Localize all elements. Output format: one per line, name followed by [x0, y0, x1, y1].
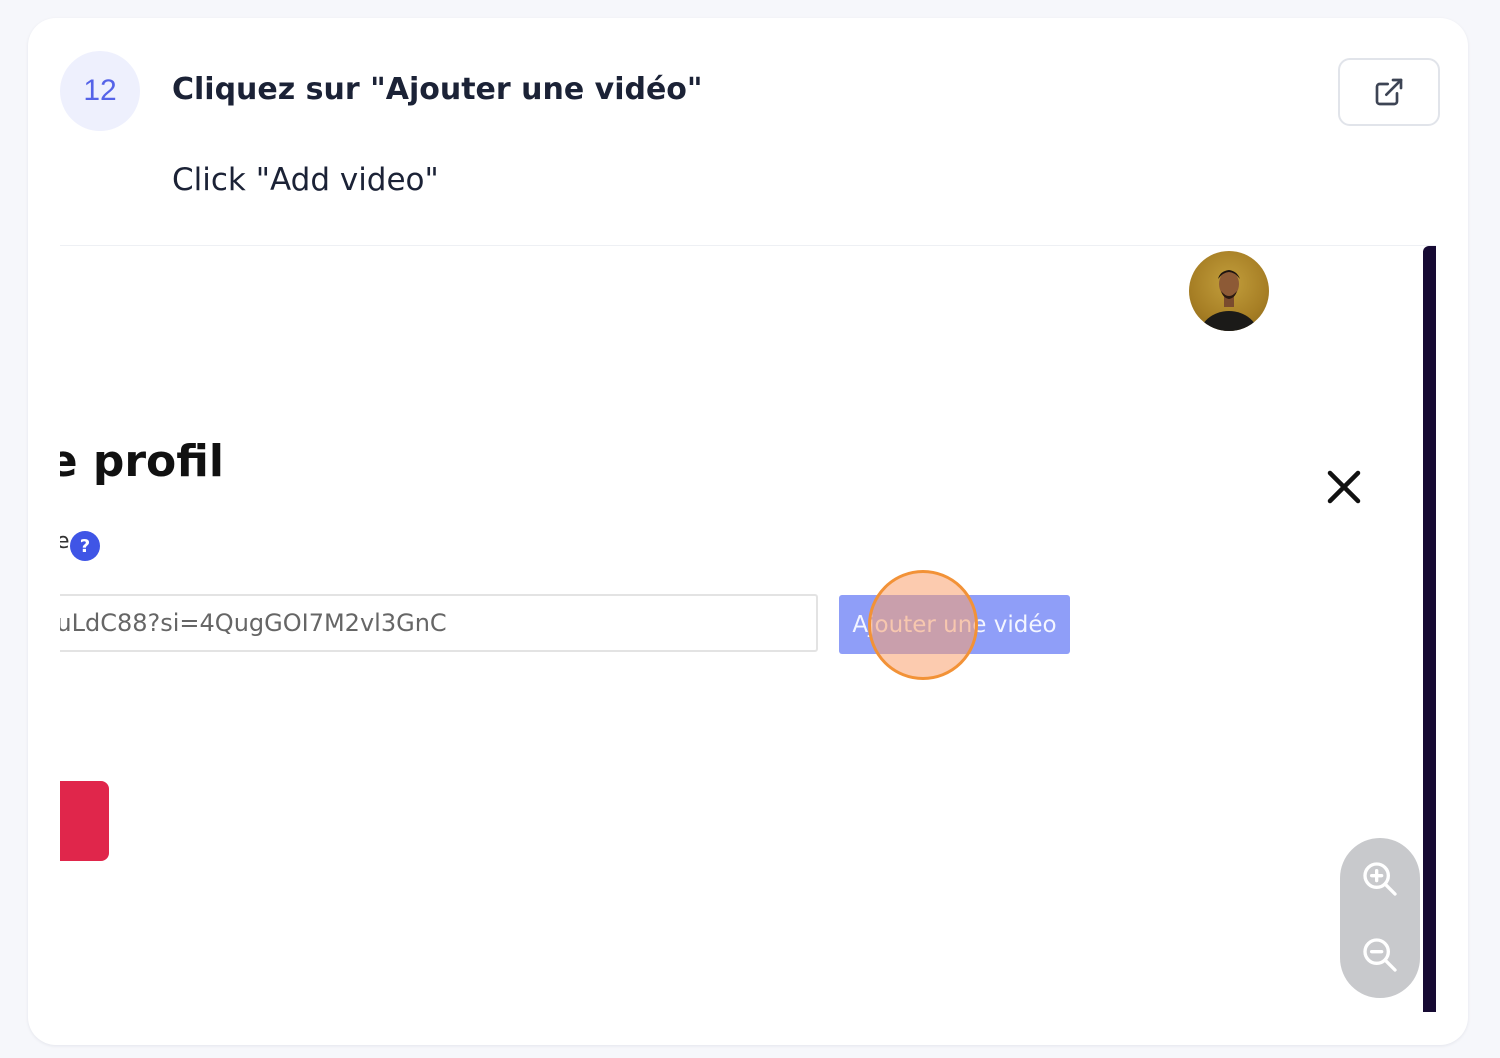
- open-external-button[interactable]: [1338, 58, 1440, 126]
- add-video-button[interactable]: Ajouter une vidéo: [839, 595, 1070, 654]
- close-icon[interactable]: [1324, 467, 1364, 507]
- step-number: 12: [83, 74, 117, 107]
- video-url-value: EquLdC88?si=4QugGOI7M2vl3GnC: [60, 609, 447, 637]
- zoom-controls: [1340, 838, 1420, 998]
- field-label: e: [60, 529, 70, 554]
- danger-button[interactable]: [60, 781, 109, 861]
- screenshot-sidebar-edge: [1423, 246, 1436, 1012]
- step-number-badge: 12: [60, 51, 140, 131]
- step-screenshot: re profil e ? EquLdC88?si=4QugGOI7M2vl3G…: [60, 245, 1436, 1012]
- zoom-out-button[interactable]: [1355, 930, 1405, 980]
- video-url-input[interactable]: EquLdC88?si=4QugGOI7M2vl3GnC: [60, 594, 818, 652]
- zoom-out-icon: [1363, 938, 1397, 972]
- avatar-person-icon: [1199, 270, 1259, 331]
- help-icon[interactable]: ?: [70, 531, 100, 561]
- modal-heading: re profil: [60, 436, 224, 487]
- step-title: Cliquez sur "Ajouter une vidéo": [172, 72, 703, 107]
- avatar[interactable]: [1189, 251, 1269, 331]
- zoom-in-icon: [1363, 862, 1397, 896]
- external-link-icon: [1375, 78, 1403, 106]
- step-subtitle: Click "Add video": [172, 162, 439, 198]
- zoom-in-button[interactable]: [1355, 854, 1405, 904]
